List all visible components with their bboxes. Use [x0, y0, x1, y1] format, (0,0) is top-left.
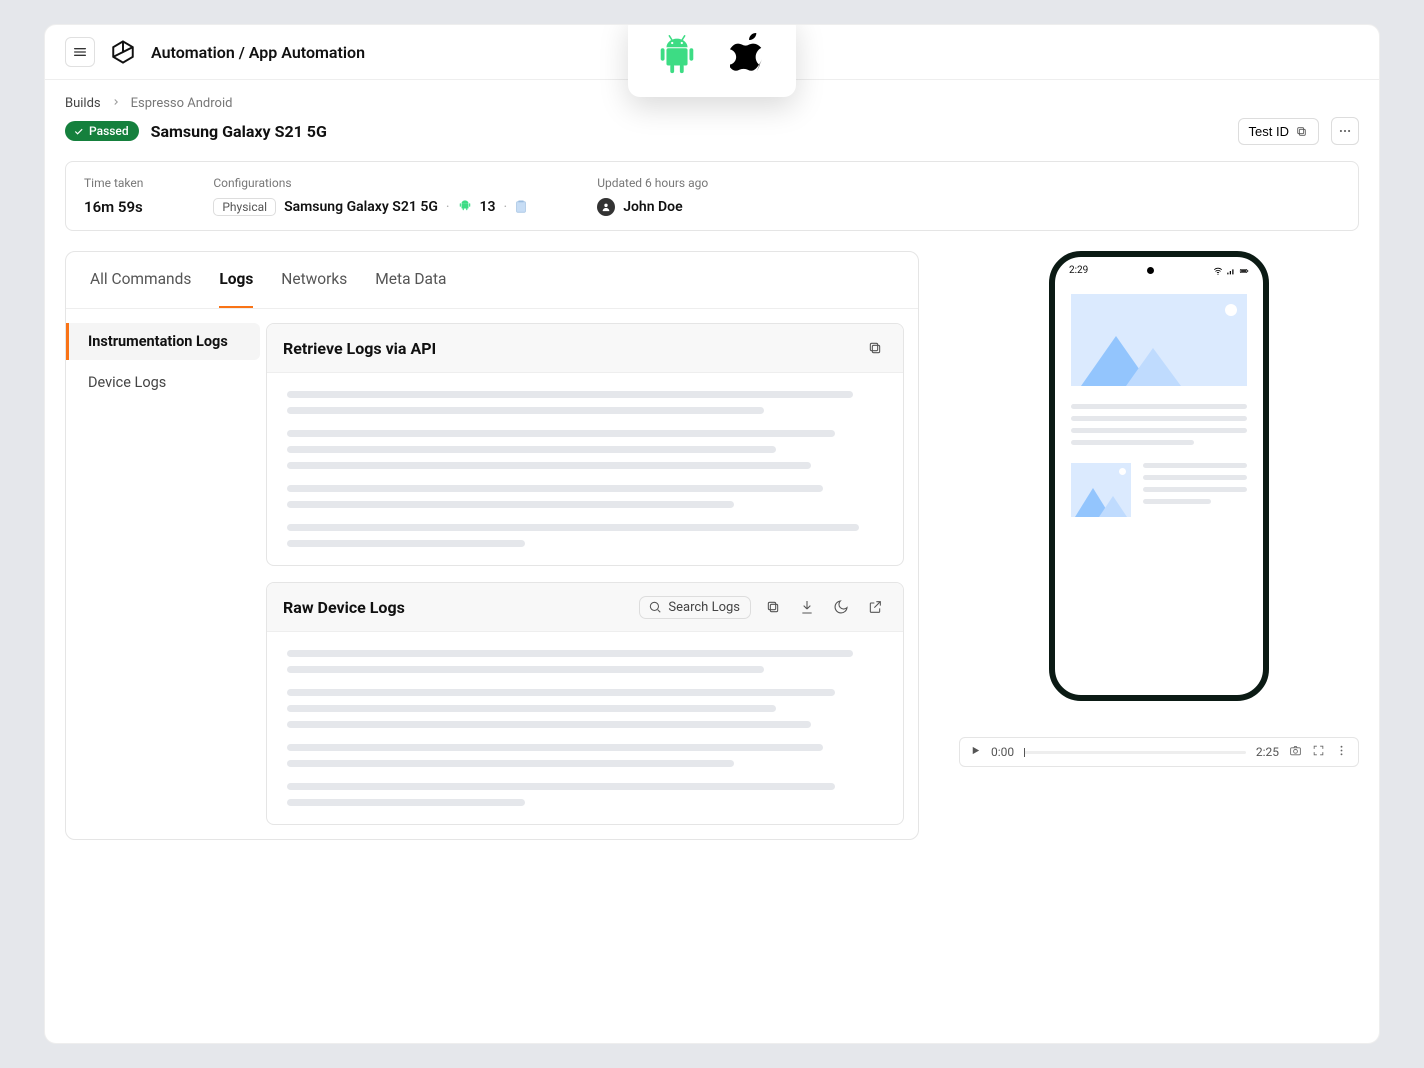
time-taken-value: 16m 59s	[84, 198, 143, 216]
header-title: Automation / App Automation	[151, 43, 365, 62]
signal-icon	[1226, 266, 1236, 276]
copy-button[interactable]	[863, 336, 887, 360]
device-mini-icon	[515, 200, 527, 214]
copy-logs-button[interactable]	[761, 595, 785, 619]
android-icon[interactable]	[654, 31, 700, 81]
placeholder-text-small	[1143, 463, 1247, 504]
platform-popover	[628, 24, 796, 97]
test-id-label: Test ID	[1249, 124, 1289, 139]
android-mini-icon	[458, 198, 472, 216]
screenshot-button[interactable]	[1289, 744, 1302, 760]
more-vertical-icon	[1335, 744, 1348, 757]
battery-icon	[1239, 266, 1249, 276]
apple-icon[interactable]	[730, 32, 770, 80]
device-status-icons	[1213, 266, 1249, 276]
summary-card: Time taken 16m 59s Configurations Physic…	[65, 161, 1359, 231]
updated-by: John Doe	[623, 199, 682, 215]
status-label: Passed	[89, 124, 129, 138]
video-track[interactable]	[1024, 751, 1246, 754]
hamburger-icon	[72, 44, 88, 60]
retrieve-card-body	[267, 373, 903, 565]
device-preview-pane: 2:29	[959, 251, 1359, 767]
app-logo	[109, 38, 137, 66]
placeholder-text	[1071, 404, 1247, 445]
test-id-button[interactable]: Test ID	[1238, 118, 1319, 145]
fullscreen-button[interactable]	[1312, 744, 1325, 760]
download-button[interactable]	[795, 595, 819, 619]
title-row: Passed Samsung Galaxy S21 5G Test ID	[45, 117, 1379, 161]
external-link-icon	[867, 599, 883, 615]
video-more-button[interactable]	[1335, 744, 1348, 760]
more-horizontal-icon	[1338, 124, 1352, 138]
search-icon	[648, 600, 662, 614]
retrieve-logs-card: Retrieve Logs via API	[266, 323, 904, 566]
device-camera-dot	[1147, 267, 1154, 274]
config-label: Configurations	[213, 176, 527, 190]
user-avatar	[597, 198, 615, 216]
breadcrumb-root[interactable]: Builds	[65, 96, 101, 111]
config-chip: Physical	[213, 198, 276, 216]
play-button[interactable]	[970, 745, 981, 759]
main-area: All Commands Logs Networks Meta Data Ins…	[45, 231, 1379, 860]
summary-config: Configurations Physical Samsung Galaxy S…	[213, 176, 527, 216]
raw-logs-card: Raw Device Logs Search Logs	[266, 582, 904, 825]
summary-updated: Updated 6 hours ago John Doe	[597, 176, 708, 216]
app-window: Automation / App Automation	[44, 24, 1380, 1044]
tab-networks[interactable]: Networks	[281, 252, 347, 308]
moon-icon	[833, 599, 849, 615]
sidebar-item-instrumentation[interactable]: Instrumentation Logs	[66, 323, 260, 360]
retrieve-card-title: Retrieve Logs via API	[283, 339, 853, 358]
menu-button[interactable]	[65, 37, 95, 67]
header: Automation / App Automation	[45, 25, 1379, 80]
wifi-icon	[1213, 266, 1223, 276]
status-badge: Passed	[65, 121, 139, 141]
sidebar-item-device[interactable]: Device Logs	[72, 364, 260, 401]
more-button[interactable]	[1331, 117, 1359, 145]
log-content: Retrieve Logs via API	[266, 309, 918, 839]
device-screen	[1055, 280, 1263, 531]
video-total-time: 2:25	[1256, 745, 1279, 759]
placeholder-image-small	[1071, 463, 1131, 517]
placeholder-image	[1071, 294, 1247, 386]
tab-meta-data[interactable]: Meta Data	[375, 252, 446, 308]
copy-icon	[1295, 125, 1308, 138]
camera-icon	[1289, 744, 1302, 757]
video-player[interactable]: 0:00 2:25	[959, 737, 1359, 767]
chevron-right-icon	[111, 96, 121, 111]
device-time: 2:29	[1069, 265, 1088, 276]
summary-time: Time taken 16m 59s	[84, 176, 143, 216]
logo-icon	[110, 39, 136, 65]
raw-card-title: Raw Device Logs	[283, 598, 629, 617]
log-sidebar: Instrumentation Logs Device Logs	[66, 309, 266, 839]
download-icon	[799, 599, 815, 615]
check-icon	[73, 126, 84, 137]
config-device: Samsung Galaxy S21 5G	[284, 199, 438, 215]
external-button[interactable]	[863, 595, 887, 619]
copy-icon	[867, 340, 883, 356]
video-current-time: 0:00	[991, 745, 1014, 759]
config-os-version: 13	[480, 199, 496, 215]
tab-all-commands[interactable]: All Commands	[90, 252, 191, 308]
device-frame: 2:29	[1049, 251, 1269, 701]
search-placeholder: Search Logs	[668, 600, 740, 615]
fullscreen-icon	[1312, 744, 1325, 757]
tab-logs[interactable]: Logs	[219, 252, 253, 308]
copy-icon	[765, 599, 781, 615]
updated-label: Updated 6 hours ago	[597, 176, 708, 190]
logs-panel: All Commands Logs Networks Meta Data Ins…	[65, 251, 919, 840]
device-status-bar: 2:29	[1055, 257, 1263, 280]
theme-button[interactable]	[829, 595, 853, 619]
time-taken-label: Time taken	[84, 176, 143, 190]
tabs: All Commands Logs Networks Meta Data	[66, 252, 918, 309]
search-logs-input[interactable]: Search Logs	[639, 596, 751, 619]
raw-card-body	[267, 632, 903, 824]
page-title: Samsung Galaxy S21 5G	[151, 122, 327, 141]
breadcrumb-current: Espresso Android	[131, 96, 233, 111]
